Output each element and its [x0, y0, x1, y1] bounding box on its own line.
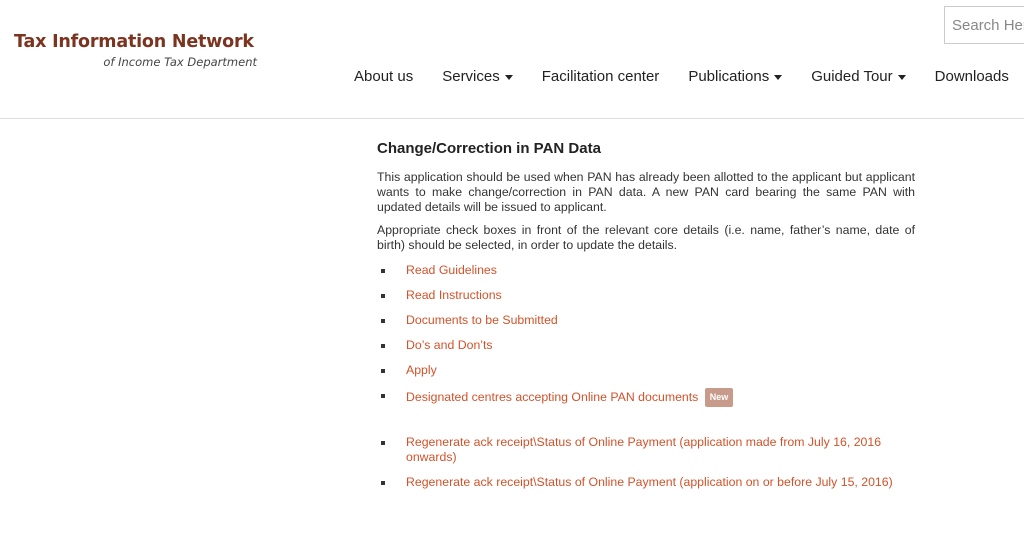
brand-subtitle: of Income Tax Department [103, 55, 257, 69]
nav-label: Facilitation center [541, 68, 660, 85]
description-paragraph: This application should be used when PAN… [377, 170, 915, 214]
nav-label: Downloads [934, 68, 1009, 85]
resource-links: Read Guidelines Read Instructions Docume… [377, 263, 915, 407]
nav-publications[interactable]: Publications [688, 68, 783, 85]
payment-links: Regenerate ack receipt\Status of Online … [377, 435, 915, 490]
list-item: Read Instructions [377, 288, 915, 303]
list-item: Do’s and Don’ts [377, 338, 915, 353]
list-item: Designated centres accepting Online PAN … [377, 388, 915, 407]
list-item: Apply [377, 363, 915, 378]
bullet-icon [381, 481, 385, 485]
instruction-paragraph: Appropriate check boxes in front of the … [377, 223, 915, 252]
bullet-icon [381, 269, 385, 273]
bullet-icon [381, 394, 385, 398]
bullet-icon [381, 441, 385, 445]
documents-link[interactable]: Documents to be Submitted [406, 313, 558, 327]
page-title: Change/Correction in PAN Data [377, 140, 601, 157]
caret-down-icon [504, 75, 513, 80]
regenerate-ack-after-link[interactable]: Regenerate ack receipt\Status of Online … [406, 435, 881, 464]
read-instructions-link[interactable]: Read Instructions [406, 288, 502, 302]
nav-label: Guided Tour [811, 68, 893, 85]
caret-down-icon [774, 75, 783, 80]
list-item: Documents to be Submitted [377, 313, 915, 328]
site-header: Tax Information Network of Income Tax De… [0, 0, 1024, 119]
search-input[interactable] [944, 6, 1024, 44]
main-content: Change/Correction in PAN Data This appli… [377, 140, 915, 500]
nav-label: About us [354, 68, 414, 85]
nav-guided-tour[interactable]: Guided Tour [811, 68, 906, 85]
brand-title[interactable]: Tax Information Network [14, 32, 254, 52]
main-nav: About us Services Facilitation center Pu… [354, 68, 1024, 85]
nav-label: Publications [688, 68, 770, 85]
regenerate-ack-before-link[interactable]: Regenerate ack receipt\Status of Online … [406, 475, 893, 489]
apply-link[interactable]: Apply [406, 363, 437, 377]
nav-label: Services [442, 68, 500, 85]
list-item: Regenerate ack receipt\Status of Online … [377, 435, 915, 465]
nav-facilitation-center[interactable]: Facilitation center [542, 68, 660, 85]
nav-services[interactable]: Services [442, 68, 513, 85]
nav-about-us[interactable]: About us [354, 68, 413, 85]
caret-down-icon [897, 75, 906, 80]
list-item: Read Guidelines [377, 263, 915, 278]
list-item: Regenerate ack receipt\Status of Online … [377, 475, 915, 490]
read-guidelines-link[interactable]: Read Guidelines [406, 263, 497, 277]
bullet-icon [381, 344, 385, 348]
dos-donts-link[interactable]: Do’s and Don’ts [406, 338, 493, 352]
designated-centres-link[interactable]: Designated centres accepting Online PAN … [406, 390, 698, 404]
new-badge: New [704, 388, 734, 407]
nav-downloads[interactable]: Downloads [935, 68, 1009, 85]
bullet-icon [381, 294, 385, 298]
bullet-icon [381, 319, 385, 323]
bullet-icon [381, 369, 385, 373]
